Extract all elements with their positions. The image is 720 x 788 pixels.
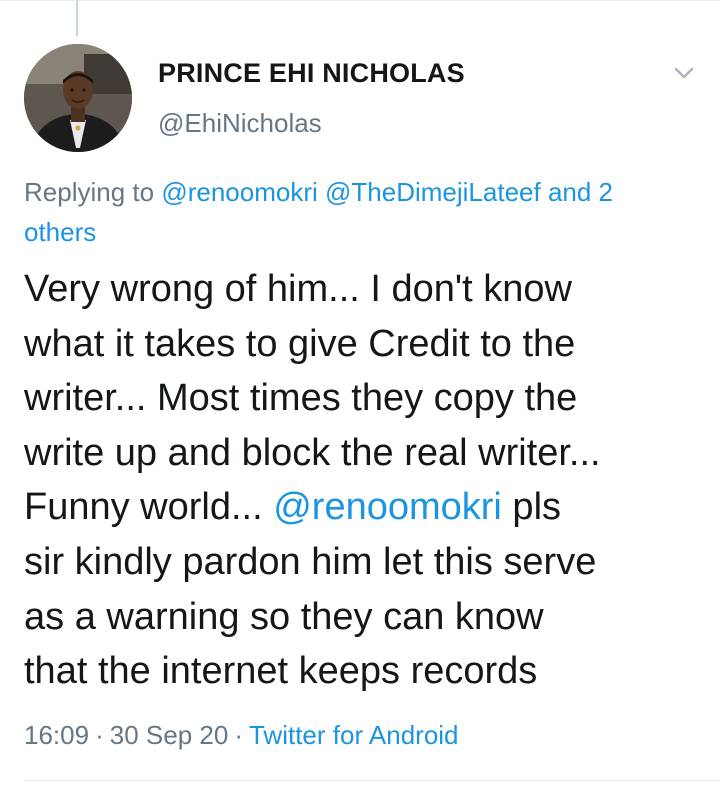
user-handle[interactable]: @EhiNicholas (158, 108, 322, 139)
tweet-time[interactable]: 16:09 (24, 720, 89, 750)
chevron-down-icon[interactable] (664, 58, 704, 88)
tweet-line: as a warning so they can know (24, 595, 544, 638)
tweet-line: Very wrong of him... I don't know (24, 268, 572, 310)
mention-link-renoomokri-inline[interactable]: @renoomokri (273, 486, 502, 528)
tweet-line-with-mention: Funny world... @renoomokri pls (24, 480, 714, 535)
tweet-line: write up and block the real writer... (24, 431, 601, 474)
meta-separator: · (234, 720, 243, 750)
avatar-photo (24, 44, 132, 152)
top-divider (0, 0, 720, 1)
mention-link-thedimejilateef[interactable]: @TheDimejiLateef (325, 177, 541, 207)
tweet-text-fragment: pls (501, 486, 562, 529)
thread-connector-line (76, 0, 78, 36)
tweet-line: sir kindly pardon him let this serve (24, 540, 597, 583)
replying-to: Replying to @renoomokri @TheDimejiLateef… (24, 172, 704, 252)
avatar[interactable] (24, 44, 132, 152)
tweet-line: that the internet keeps records (24, 650, 538, 693)
display-name[interactable]: PRINCE EHI NICHOLAS (158, 58, 465, 89)
tweet-text: Very wrong of him... I don't know what i… (24, 262, 714, 699)
tweet-source-link[interactable]: Twitter for Android (249, 720, 459, 750)
and-others-link[interactable]: and 2 (548, 177, 613, 207)
tweet-date[interactable]: 30 Sep 20 (110, 720, 229, 750)
meta-separator: · (95, 720, 104, 750)
tweet-text-fragment: Funny world... (24, 486, 274, 529)
mention-link-renoomokri[interactable]: @renoomokri (161, 177, 317, 207)
and-others-link-continued[interactable]: others (24, 217, 96, 247)
tweet-line: what it takes to give Credit to the (24, 322, 576, 365)
tweet-meta: 16:09 · 30 Sep 20 · Twitter for Android (24, 720, 459, 751)
tweet-line: writer... Most times they copy the (24, 377, 578, 420)
bottom-divider (24, 780, 720, 781)
replying-to-prefix: Replying to (24, 177, 155, 207)
